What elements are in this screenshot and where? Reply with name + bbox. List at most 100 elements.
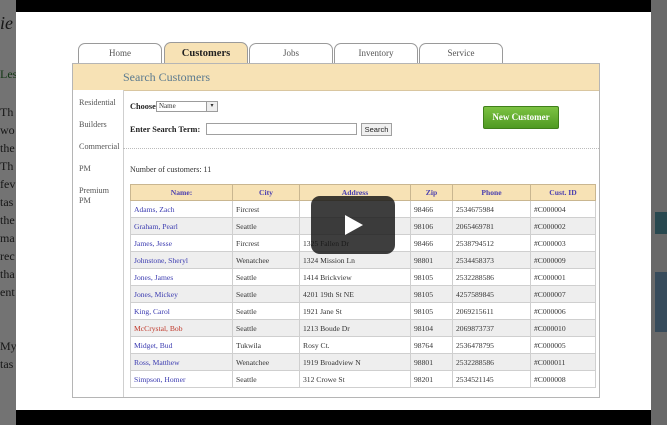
- page-title: Search Customers: [123, 70, 210, 84]
- tab-jobs[interactable]: Jobs: [249, 43, 333, 63]
- cell-name[interactable]: King, Carol: [130, 302, 233, 320]
- cell-cust-id: #C000010: [530, 319, 596, 337]
- cell-cust-id: #C000011: [530, 353, 596, 371]
- cell-address: 312 Crowe St: [299, 370, 411, 388]
- cell-city: Seattle: [232, 268, 300, 286]
- table-row[interactable]: Midget, Bud Tukwila Rosy Ct. 98764 253647879…: [130, 336, 596, 354]
- divider: [123, 148, 599, 149]
- cell-cust-id: #C000002: [530, 217, 596, 235]
- sidebar-item-commercial[interactable]: Commercial: [79, 142, 119, 152]
- play-icon: [345, 215, 363, 235]
- cell-zip: 98105: [410, 302, 453, 320]
- search-term-label: Enter Search Term:: [130, 125, 201, 134]
- cell-cust-id: #C000003: [530, 234, 596, 252]
- cell-phone: 2532288586: [452, 268, 531, 286]
- cell-cust-id: #C000001: [530, 268, 596, 286]
- cell-name[interactable]: Graham, Pearl: [130, 217, 233, 235]
- cell-city: Seattle: [232, 370, 300, 388]
- cell-cust-id: #C000006: [530, 302, 596, 320]
- cell-city: Wenatchee: [232, 251, 300, 269]
- sidebar-item-builders[interactable]: Builders: [79, 120, 107, 130]
- cell-phone: 2534458373: [452, 251, 531, 269]
- cell-name[interactable]: Johnstone, Sheryl: [130, 251, 233, 269]
- cell-city: Wenatchee: [232, 353, 300, 371]
- cell-phone: 2536478795: [452, 336, 531, 354]
- cell-cust-id: #C000009: [530, 251, 596, 269]
- column-header-city[interactable]: City: [232, 184, 300, 201]
- cell-zip: 98801: [410, 353, 453, 371]
- sidebar-item-residential[interactable]: Residential: [79, 98, 116, 108]
- cell-address: 4201 19th St NE: [299, 285, 411, 303]
- cell-address: 1213 Boude Dr: [299, 319, 411, 337]
- cell-zip: 98466: [410, 234, 453, 252]
- cell-name[interactable]: Ross, Matthew: [130, 353, 233, 371]
- search-type-value: Name: [159, 102, 176, 110]
- tab-inventory[interactable]: Inventory: [334, 43, 418, 63]
- video-player[interactable]: Home Customers Jobs Inventory Service Se…: [16, 12, 651, 410]
- cell-address: Rosy Ct.: [299, 336, 411, 354]
- cell-cust-id: #C000007: [530, 285, 596, 303]
- cell-name[interactable]: McCrystal, Bob: [130, 319, 233, 337]
- cell-name[interactable]: James, Jesse: [130, 234, 233, 252]
- video-frame-bottom: [16, 410, 651, 425]
- cell-phone: 2538794512: [452, 234, 531, 252]
- column-header-name[interactable]: Name:: [130, 184, 233, 201]
- cell-address: 1921 Jane St: [299, 302, 411, 320]
- cell-city: Fircrest: [232, 200, 300, 218]
- play-button[interactable]: [311, 196, 395, 254]
- tab-customers[interactable]: Customers: [164, 42, 248, 64]
- cell-phone: 2069873737: [452, 319, 531, 337]
- cell-city: Seattle: [232, 285, 300, 303]
- cell-zip: 98105: [410, 268, 453, 286]
- cell-name[interactable]: Jones, James: [130, 268, 233, 286]
- customer-count: Number of customers: 11: [130, 165, 212, 174]
- cell-address: 1414 Brickview: [299, 268, 411, 286]
- cell-city: Tukwila: [232, 336, 300, 354]
- table-row[interactable]: Simpson, Homer Seattle 312 Crowe St 98201 25…: [130, 370, 596, 388]
- table-row[interactable]: Ross, Matthew Wenatchee 1919 Broadview N 98…: [130, 353, 596, 371]
- search-input[interactable]: [206, 123, 357, 135]
- cell-cust-id: #C000004: [530, 200, 596, 218]
- column-header-phone[interactable]: Phone: [452, 184, 531, 201]
- column-header-cust-id[interactable]: Cust. ID: [530, 184, 596, 201]
- column-header-zip[interactable]: Zip: [410, 184, 453, 201]
- tab-home[interactable]: Home: [78, 43, 162, 63]
- cell-address: 1324 Mission Ln: [299, 251, 411, 269]
- cell-city: Seattle: [232, 302, 300, 320]
- table-row[interactable]: McCrystal, Bob Seattle 1213 Boude Dr 98104 2…: [130, 319, 596, 337]
- sidebar-item-premium-pm[interactable]: Premium PM: [79, 186, 119, 206]
- table-row[interactable]: King, Carol Seattle 1921 Jane St 98105 20692…: [130, 302, 596, 320]
- cell-cust-id: #C000008: [530, 370, 596, 388]
- cell-city: Seattle: [232, 217, 300, 235]
- table-row[interactable]: Johnstone, Sheryl Wenatchee 1324 Mission L…: [130, 251, 596, 269]
- cell-phone: 2065469781: [452, 217, 531, 235]
- cell-zip: 98201: [410, 370, 453, 388]
- video-frame-top: [16, 0, 651, 12]
- cell-zip: 98764: [410, 336, 453, 354]
- chevron-down-icon[interactable]: ▾: [206, 102, 217, 111]
- cell-city: Fircrest: [232, 234, 300, 252]
- cell-phone: 4257589845: [452, 285, 531, 303]
- table-row[interactable]: Jones, Mickey Seattle 4201 19th St NE 98105…: [130, 285, 596, 303]
- cell-phone: 2532288586: [452, 353, 531, 371]
- cell-phone: 2534521145: [452, 370, 531, 388]
- search-button[interactable]: Search: [361, 123, 392, 136]
- search-type-select[interactable]: Name ▾: [156, 101, 218, 112]
- sidebar: Residential Builders Commercial PM Premi…: [73, 90, 124, 397]
- cell-name[interactable]: Adams, Zach: [130, 200, 233, 218]
- cell-cust-id: #C000005: [530, 336, 596, 354]
- cell-name[interactable]: Jones, Mickey: [130, 285, 233, 303]
- panel-header: Search Customers: [73, 64, 599, 91]
- cell-zip: 98106: [410, 217, 453, 235]
- cell-address: 1919 Broadview N: [299, 353, 411, 371]
- cell-zip: 98801: [410, 251, 453, 269]
- cell-name[interactable]: Simpson, Homer: [130, 370, 233, 388]
- cell-zip: 98104: [410, 319, 453, 337]
- cell-name[interactable]: Midget, Bud: [130, 336, 233, 354]
- cell-zip: 98466: [410, 200, 453, 218]
- sidebar-item-pm[interactable]: PM: [79, 164, 91, 174]
- cell-zip: 98105: [410, 285, 453, 303]
- tab-service[interactable]: Service: [419, 43, 503, 63]
- new-customer-button[interactable]: New Customer: [483, 106, 559, 129]
- table-row[interactable]: Jones, James Seattle 1414 Brickview 98105 25…: [130, 268, 596, 286]
